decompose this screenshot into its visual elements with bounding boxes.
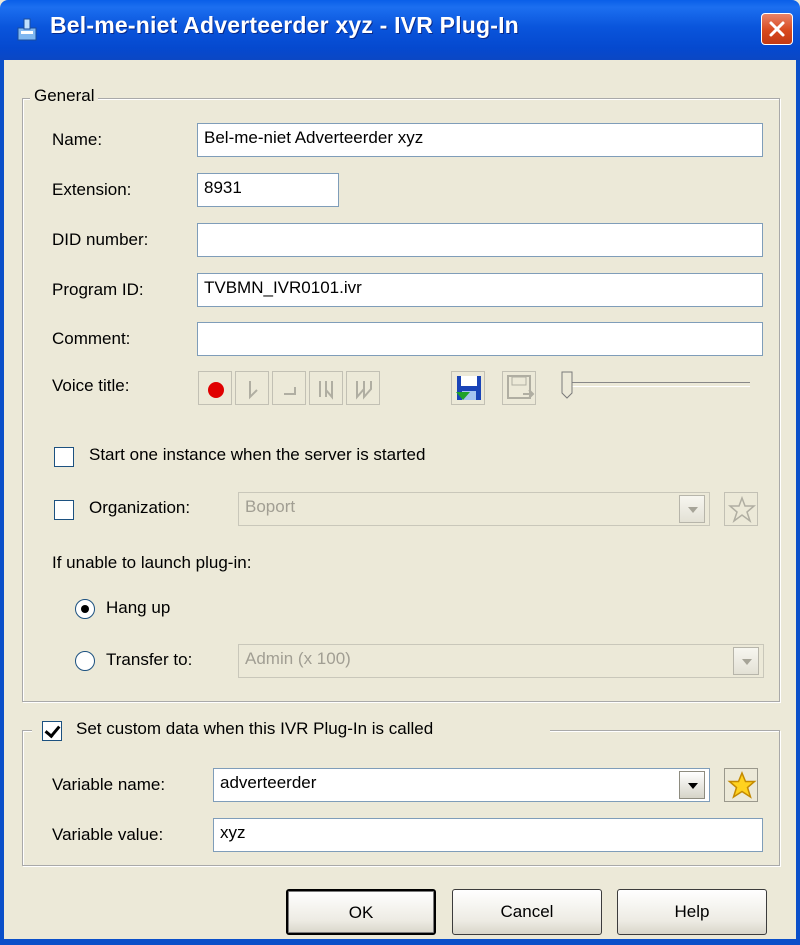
variable-value-label: Variable value: [52, 825, 164, 844]
program-id-label: Program ID: [52, 280, 144, 299]
organization-label[interactable]: Organization: [89, 498, 190, 518]
record-icon [208, 382, 224, 398]
rewind-icon [319, 381, 333, 400]
rewind-button[interactable] [309, 371, 343, 405]
organization-dropdown-arrow[interactable] [679, 495, 705, 523]
transfer-to-dropdown-arrow[interactable] [733, 647, 759, 675]
program-id-input[interactable]: TVBMN_IVR0101.ivr [197, 273, 763, 307]
load-icon [507, 375, 535, 399]
variable-favorite-button[interactable] [724, 768, 758, 802]
general-legend: General [30, 86, 99, 106]
load-voice-button[interactable] [502, 371, 536, 405]
voice-title-label: Voice title: [52, 376, 130, 395]
fast-forward-icon [356, 381, 372, 400]
comment-label: Comment: [52, 329, 131, 348]
cancel-button[interactable]: Cancel [452, 889, 602, 935]
variable-name-dropdown-arrow[interactable] [679, 771, 705, 799]
transfer-to-select[interactable]: Admin (x 100) [238, 644, 764, 678]
hang-up-label[interactable]: Hang up [106, 598, 170, 618]
close-button[interactable] [761, 13, 793, 45]
stop-icon [284, 387, 296, 395]
start-instance-label[interactable]: Start one instance when the server is st… [89, 445, 425, 465]
play-icon [249, 381, 258, 400]
close-icon [769, 21, 785, 37]
variable-value-input[interactable]: xyz [213, 818, 763, 852]
window-border-left [0, 60, 4, 945]
ivr-plugin-dialog: Bel-me-niet Adverteerder xyz - IVR Plug-… [0, 0, 800, 945]
start-instance-checkbox[interactable] [54, 447, 74, 467]
organization-select[interactable]: Boport [238, 492, 710, 526]
save-voice-button[interactable] [451, 371, 485, 405]
variable-name-label: Variable name: [52, 775, 166, 794]
hang-up-radio[interactable] [75, 599, 95, 619]
organization-favorite-button[interactable] [724, 492, 758, 526]
stop-button[interactable] [272, 371, 306, 405]
ok-button[interactable]: OK [286, 889, 436, 935]
organization-checkbox[interactable] [54, 500, 74, 520]
volume-slider-thumb[interactable] [561, 371, 573, 399]
star-icon [727, 771, 757, 799]
star-outline-icon [727, 495, 757, 524]
transfer-to-radio[interactable] [75, 651, 95, 671]
name-label: Name: [52, 130, 103, 149]
custom-data-label[interactable]: Set custom data when this IVR Plug-In is… [76, 719, 433, 739]
help-button[interactable]: Help [617, 889, 767, 935]
did-number-input[interactable] [197, 223, 763, 257]
window-border-bottom [0, 939, 800, 945]
transfer-to-label[interactable]: Transfer to: [106, 650, 192, 670]
did-number-label: DID number: [52, 230, 149, 249]
variable-name-select[interactable]: adverteerder [213, 768, 710, 802]
extension-label: Extension: [52, 180, 132, 199]
custom-data-checkbox[interactable] [42, 721, 62, 741]
window-border-right [796, 60, 800, 945]
comment-input[interactable] [197, 322, 763, 356]
play-button[interactable] [235, 371, 269, 405]
save-icon [456, 376, 481, 400]
record-button[interactable] [198, 371, 232, 405]
ivr-plugin-icon [14, 16, 40, 42]
volume-slider-track[interactable] [570, 382, 750, 387]
fast-forward-button[interactable] [346, 371, 380, 405]
unable-launch-label: If unable to launch plug-in: [52, 553, 252, 572]
extension-input[interactable]: 8931 [197, 173, 339, 207]
title-bar[interactable]: Bel-me-niet Adverteerder xyz - IVR Plug-… [0, 0, 800, 60]
window-title: Bel-me-niet Adverteerder xyz - IVR Plug-… [50, 12, 519, 38]
name-input[interactable]: Bel-me-niet Adverteerder xyz [197, 123, 763, 157]
